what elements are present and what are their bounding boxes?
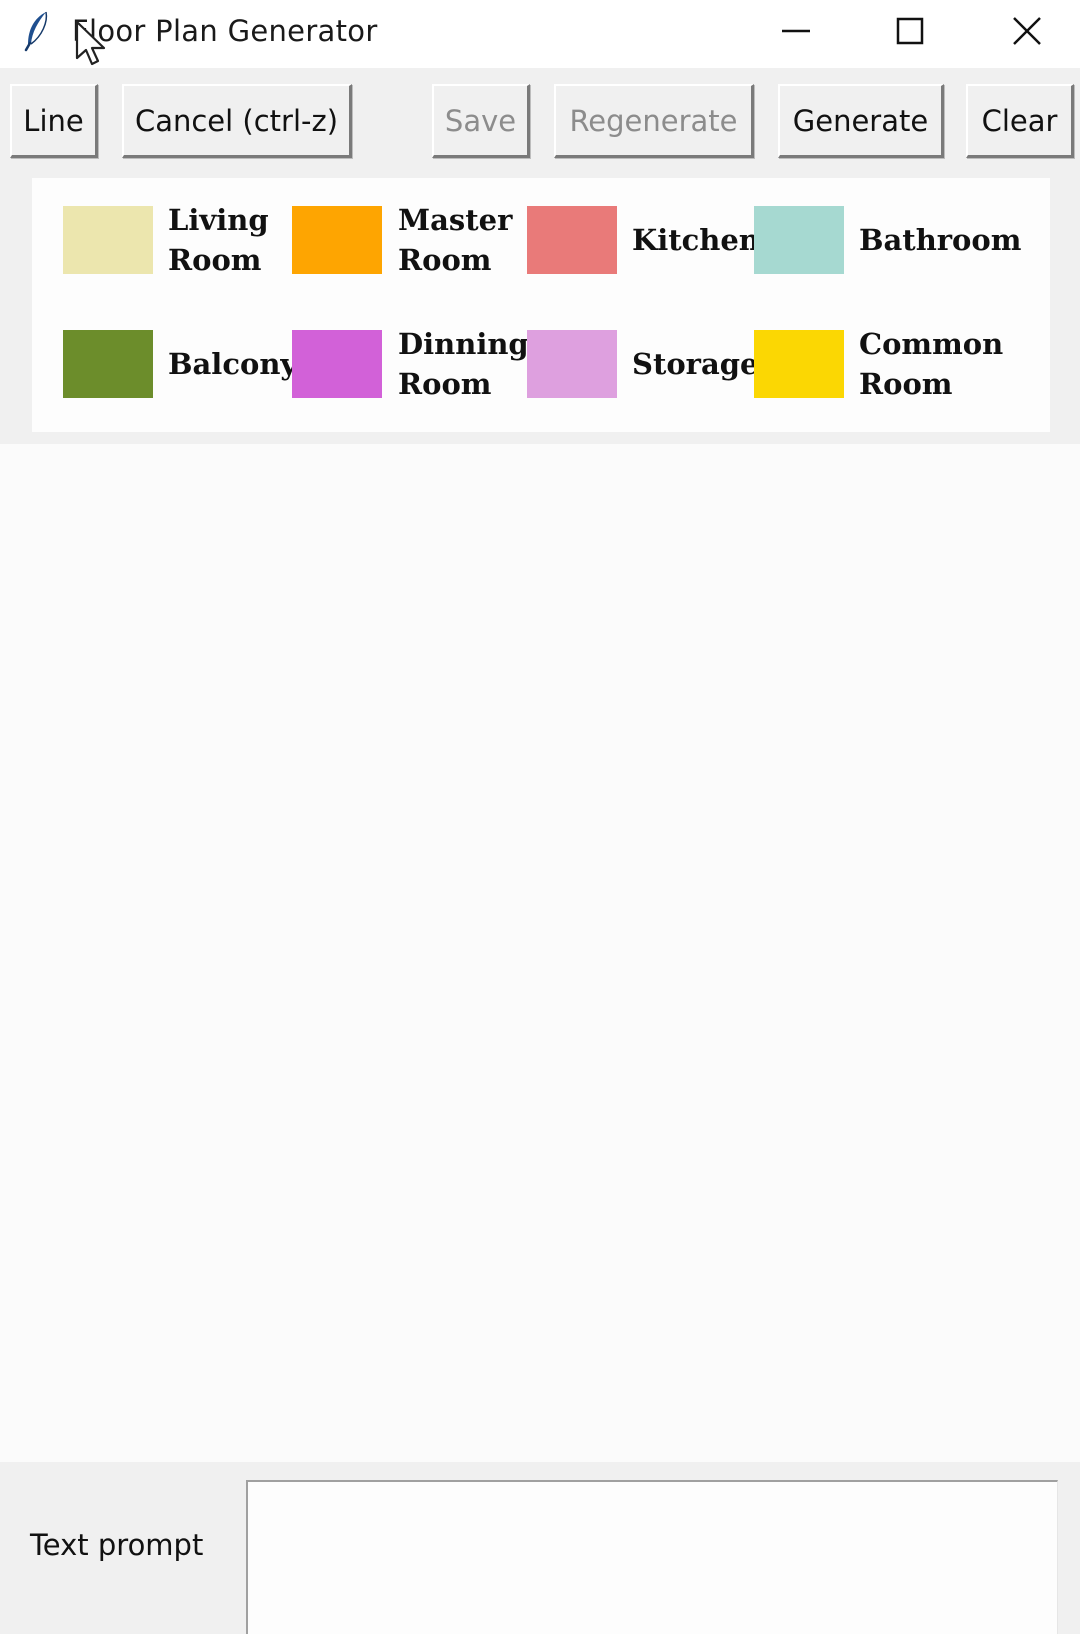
- room-legend: Living Room Master Room Kitchen Bathroom B…: [32, 178, 1050, 432]
- legend-label-kitchen: Kitchen: [632, 223, 760, 257]
- legend-swatch-living-room: [63, 206, 153, 274]
- cancel-button[interactable]: Cancel (ctrl-z): [122, 84, 352, 158]
- clear-button[interactable]: Clear: [966, 84, 1074, 158]
- maximize-icon[interactable]: [884, 8, 936, 54]
- legend-label-balcony: Balcony: [168, 347, 298, 381]
- close-icon[interactable]: [1000, 8, 1052, 54]
- legend-label-storage: Storage: [632, 347, 759, 381]
- prompt-area: Text prompt: [0, 1462, 1080, 1634]
- drawing-canvas[interactable]: [0, 444, 1080, 1462]
- legend-swatch-dinning-room: [292, 330, 382, 398]
- legend-swatch-storage: [527, 330, 617, 398]
- legend-swatch-balcony: [63, 330, 153, 398]
- legend-swatch-bathroom: [754, 206, 844, 274]
- legend-swatch-kitchen: [527, 206, 617, 274]
- legend-label-common-room: Common Room: [859, 327, 1004, 401]
- title-bar: Floor Plan Generator: [0, 0, 1080, 68]
- text-prompt-label: Text prompt: [30, 1528, 204, 1562]
- generate-button[interactable]: Generate: [778, 84, 944, 158]
- legend-swatch-common-room: [754, 330, 844, 398]
- legend-label-living-room: Living Room: [168, 203, 269, 277]
- mouse-cursor-icon: [75, 20, 106, 66]
- legend-label-bathroom: Bathroom: [859, 223, 1022, 257]
- feather-icon: [24, 11, 48, 52]
- minimize-icon[interactable]: [770, 8, 822, 54]
- legend-label-dinning-room: Dinning Room: [398, 327, 529, 401]
- line-button[interactable]: Line: [10, 84, 98, 158]
- window-title: Floor Plan Generator: [72, 14, 378, 48]
- legend-label-master-room: Master Room: [398, 203, 513, 277]
- regenerate-button[interactable]: Regenerate: [554, 84, 754, 158]
- text-prompt-input[interactable]: [246, 1480, 1058, 1634]
- legend-swatch-master-room: [292, 206, 382, 274]
- toolbar: Line Cancel (ctrl-z) Save Regenerate Gen…: [0, 68, 1080, 164]
- save-button[interactable]: Save: [432, 84, 530, 158]
